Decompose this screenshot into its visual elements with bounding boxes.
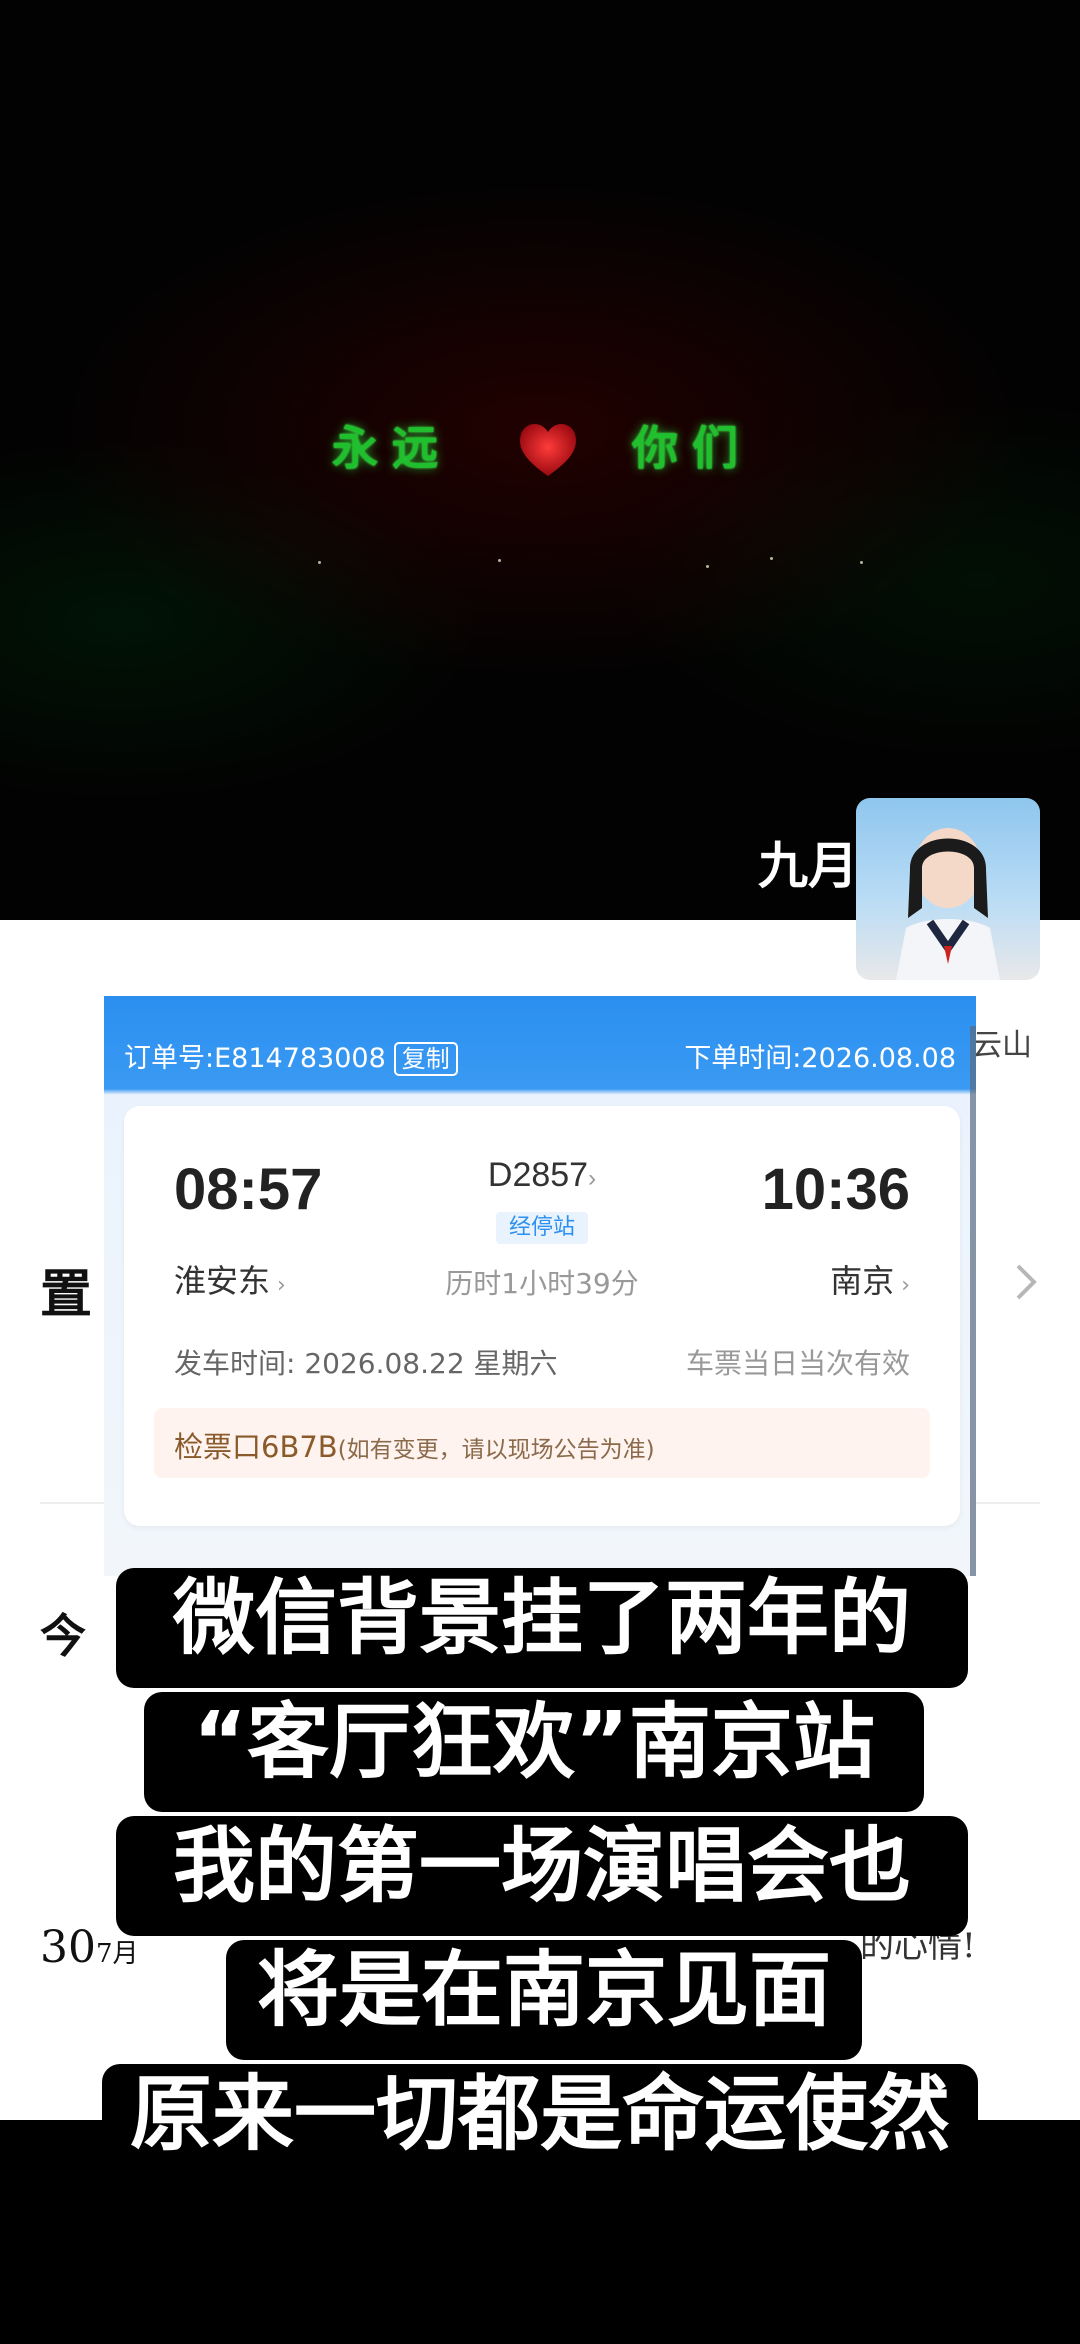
ticket-header: 订单号:E814783008 复制 下单时间:2026.08.08 bbox=[124, 1036, 956, 1076]
gate-info: 检票口6B7B(如有变更，请以现场公告为准) bbox=[154, 1408, 930, 1478]
caption-line-3: 我的第一场演唱会也 bbox=[116, 1816, 968, 1936]
peek-location-text: 云山 bbox=[972, 1028, 1032, 1063]
order-number-label: 订单号:E814783008 bbox=[124, 1043, 386, 1074]
background-photo: 永远 你们 bbox=[0, 0, 1080, 920]
ticket-gate: 检票口6B7B(如有变更，请以现场公告为准) bbox=[174, 1424, 655, 1466]
ticket-card: 08:57 D2857› 10:36 经停站 淮安东 › 历时1小时39分 南京… bbox=[124, 1106, 960, 1526]
stage-lights bbox=[0, 555, 1080, 595]
copy-button[interactable]: 复制 bbox=[393, 1042, 458, 1076]
avatar[interactable] bbox=[856, 798, 1040, 980]
chevron-right-icon: › bbox=[894, 1273, 910, 1298]
avatar-portrait-icon bbox=[896, 828, 1000, 980]
train-number-label: D2857 bbox=[487, 1156, 589, 1194]
chevron-right-icon[interactable] bbox=[1012, 1262, 1040, 1302]
peek-pinned-text: 置 bbox=[40, 1264, 93, 1325]
caption-overlay: 微信背景挂了两年的 “客厅狂欢”南京站 我的第一场演唱会也 将是在南京见面 原来… bbox=[0, 1568, 1080, 2188]
caption-line-4: 将是在南京见面 bbox=[226, 1940, 862, 2060]
heart-icon bbox=[520, 423, 576, 476]
bottom-black-bar bbox=[0, 2160, 1080, 2344]
caption-line-1: 微信背景挂了两年的 bbox=[116, 1568, 968, 1688]
gate-note: (如有变更，请以现场公告为准) bbox=[337, 1437, 655, 1463]
chevron-right-icon: › bbox=[588, 1165, 597, 1192]
order-number: 订单号:E814783008 复制 bbox=[124, 1036, 458, 1076]
led-text-left: 永远 bbox=[332, 421, 452, 475]
arrival-station-label: 南京 bbox=[830, 1262, 895, 1300]
ticket-validity: 车票当日当次有效 bbox=[685, 1347, 910, 1380]
caption-line-2: “客厅狂欢”南京站 bbox=[144, 1692, 924, 1812]
order-time: 下单时间:2026.08.08 bbox=[684, 1043, 956, 1074]
scroll-edge bbox=[970, 1026, 976, 1576]
train-ticket-screenshot: 订单号:E814783008 复制 下单时间:2026.08.08 08:57 D… bbox=[104, 996, 976, 1576]
departure-date: 发车时间: 2026.08.22 星期六 bbox=[174, 1347, 558, 1380]
arrival-time: 10:36 bbox=[761, 1157, 910, 1222]
led-text-right: 你们 bbox=[632, 421, 752, 475]
stop-stations-badge[interactable]: 经停站 bbox=[496, 1212, 588, 1244]
profile-name: 九月 bbox=[758, 836, 858, 895]
ticket-gate-label: 检票口6B7B bbox=[174, 1430, 338, 1464]
arrival-station[interactable]: 南京 › bbox=[830, 1256, 910, 1302]
